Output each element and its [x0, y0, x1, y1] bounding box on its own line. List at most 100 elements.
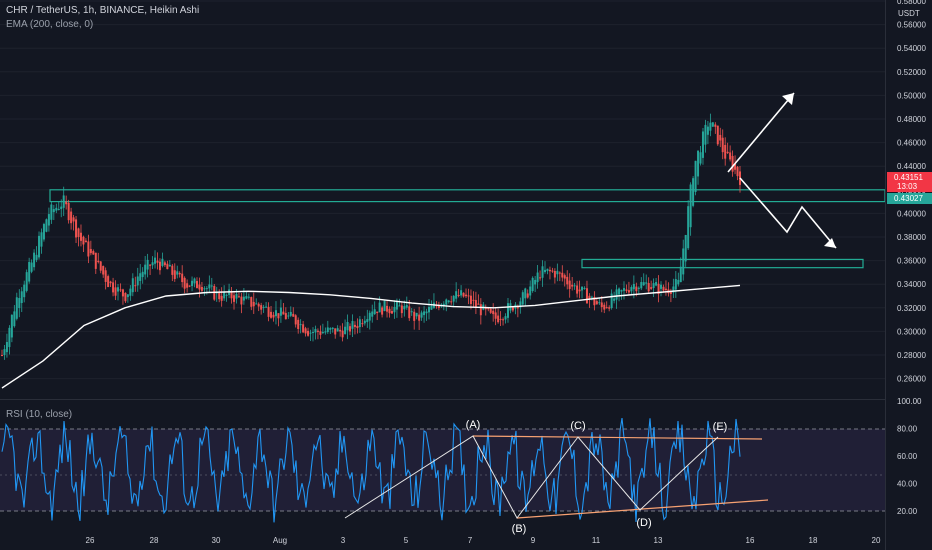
candle-body — [151, 262, 154, 266]
candle-body — [331, 327, 334, 329]
candle-body — [415, 312, 418, 317]
candle-body — [504, 316, 507, 320]
candle-body — [97, 260, 100, 263]
price-tick: 0.34000 — [897, 280, 926, 289]
candle-body — [252, 301, 255, 307]
candle-body — [156, 260, 159, 263]
candle-body — [390, 310, 393, 314]
candle-body — [171, 265, 174, 275]
candle-body — [70, 211, 73, 224]
candle-body — [531, 277, 534, 291]
candle-body — [679, 266, 682, 283]
candle-body — [714, 124, 717, 127]
candle-body — [420, 312, 423, 318]
candle-body — [289, 311, 292, 316]
candle-body — [548, 269, 551, 272]
candle-body — [499, 318, 502, 320]
price-tick: 0.28000 — [897, 351, 926, 360]
candle-body — [425, 311, 428, 314]
candle-body — [79, 232, 82, 241]
candle-body — [395, 301, 398, 310]
candle-body — [645, 282, 648, 284]
candle-body — [544, 269, 547, 273]
candle-body — [699, 152, 702, 164]
candle-body — [731, 155, 734, 172]
candle-body — [445, 299, 448, 305]
candle-body — [595, 301, 598, 305]
chart-canvas[interactable]: (A) (B) (C) (D) (E) USDT 0.58000 0.56000 0… — [0, 0, 932, 550]
candle-body — [119, 289, 122, 291]
candle-body — [287, 315, 290, 317]
candle-body — [583, 287, 586, 289]
candle-body — [129, 288, 132, 296]
candle-body — [339, 329, 342, 332]
candle-body — [341, 330, 344, 338]
price-tick: 0.44000 — [897, 162, 926, 171]
candle-body — [260, 305, 263, 310]
rsi-legend[interactable]: RSI (10, close) — [6, 409, 72, 420]
candle-body — [102, 266, 105, 275]
candle-body — [541, 266, 544, 278]
candle-body — [349, 326, 352, 332]
candle-body — [18, 297, 21, 309]
candle-body — [524, 288, 527, 299]
candle-body — [581, 286, 584, 291]
candle-body — [15, 297, 18, 319]
candle-body — [77, 228, 80, 238]
candle-body — [561, 272, 564, 278]
candle-body — [50, 204, 53, 220]
rsi-tick: 40.00 — [897, 480, 918, 489]
time-tick: 16 — [746, 536, 755, 545]
candle-body — [353, 324, 356, 327]
label-b: (B) — [512, 523, 527, 535]
candle-body — [408, 306, 411, 319]
candle-body — [687, 206, 690, 249]
candle-body — [168, 264, 171, 267]
candle-body — [472, 299, 475, 301]
candle-body — [82, 236, 85, 245]
candle-body — [67, 202, 70, 221]
candle-body — [309, 332, 312, 334]
candle-body — [576, 285, 579, 294]
candle-body — [704, 124, 707, 145]
price-tick: 0.36000 — [897, 257, 926, 266]
candle-body — [144, 264, 147, 275]
candle-body — [534, 279, 537, 285]
symbol-title[interactable]: CHR / TetherUS, 1h, BINANCE, Heikin Ashi — [6, 5, 199, 16]
candle-body — [107, 276, 110, 288]
label-c: (C) — [570, 420, 585, 432]
candle-body — [566, 276, 569, 285]
candle-body — [20, 291, 23, 304]
candle-body — [600, 302, 603, 308]
candle-body — [40, 232, 43, 247]
candle-body — [336, 328, 339, 332]
candle-body — [590, 296, 593, 298]
candle-body — [398, 305, 401, 307]
candle-body — [161, 258, 164, 266]
candle-body — [358, 319, 361, 328]
time-tick: 20 — [872, 536, 881, 545]
candle-body — [469, 295, 472, 304]
time-tick: 28 — [150, 536, 159, 545]
candle-body — [373, 309, 376, 315]
candle-body — [146, 259, 149, 270]
candle-body — [381, 307, 384, 315]
candle-body — [30, 262, 33, 272]
candle-body — [346, 321, 349, 331]
candle-body — [452, 295, 455, 302]
candle-body — [650, 287, 653, 289]
candle-body — [647, 283, 650, 292]
candle-body — [186, 283, 189, 288]
candle-body — [173, 270, 176, 279]
time-tick: 7 — [468, 536, 473, 545]
candle-body — [292, 313, 295, 317]
candle-body — [250, 297, 253, 307]
candle-body — [10, 314, 13, 338]
ema-legend[interactable]: EMA (200, close, 0) — [6, 19, 93, 30]
candle-body — [84, 240, 87, 243]
candle-body — [274, 310, 277, 317]
candle-body — [38, 235, 41, 258]
countdown-label: 13:03 — [897, 182, 918, 191]
candle-body — [326, 327, 329, 332]
candle-body — [637, 287, 640, 289]
